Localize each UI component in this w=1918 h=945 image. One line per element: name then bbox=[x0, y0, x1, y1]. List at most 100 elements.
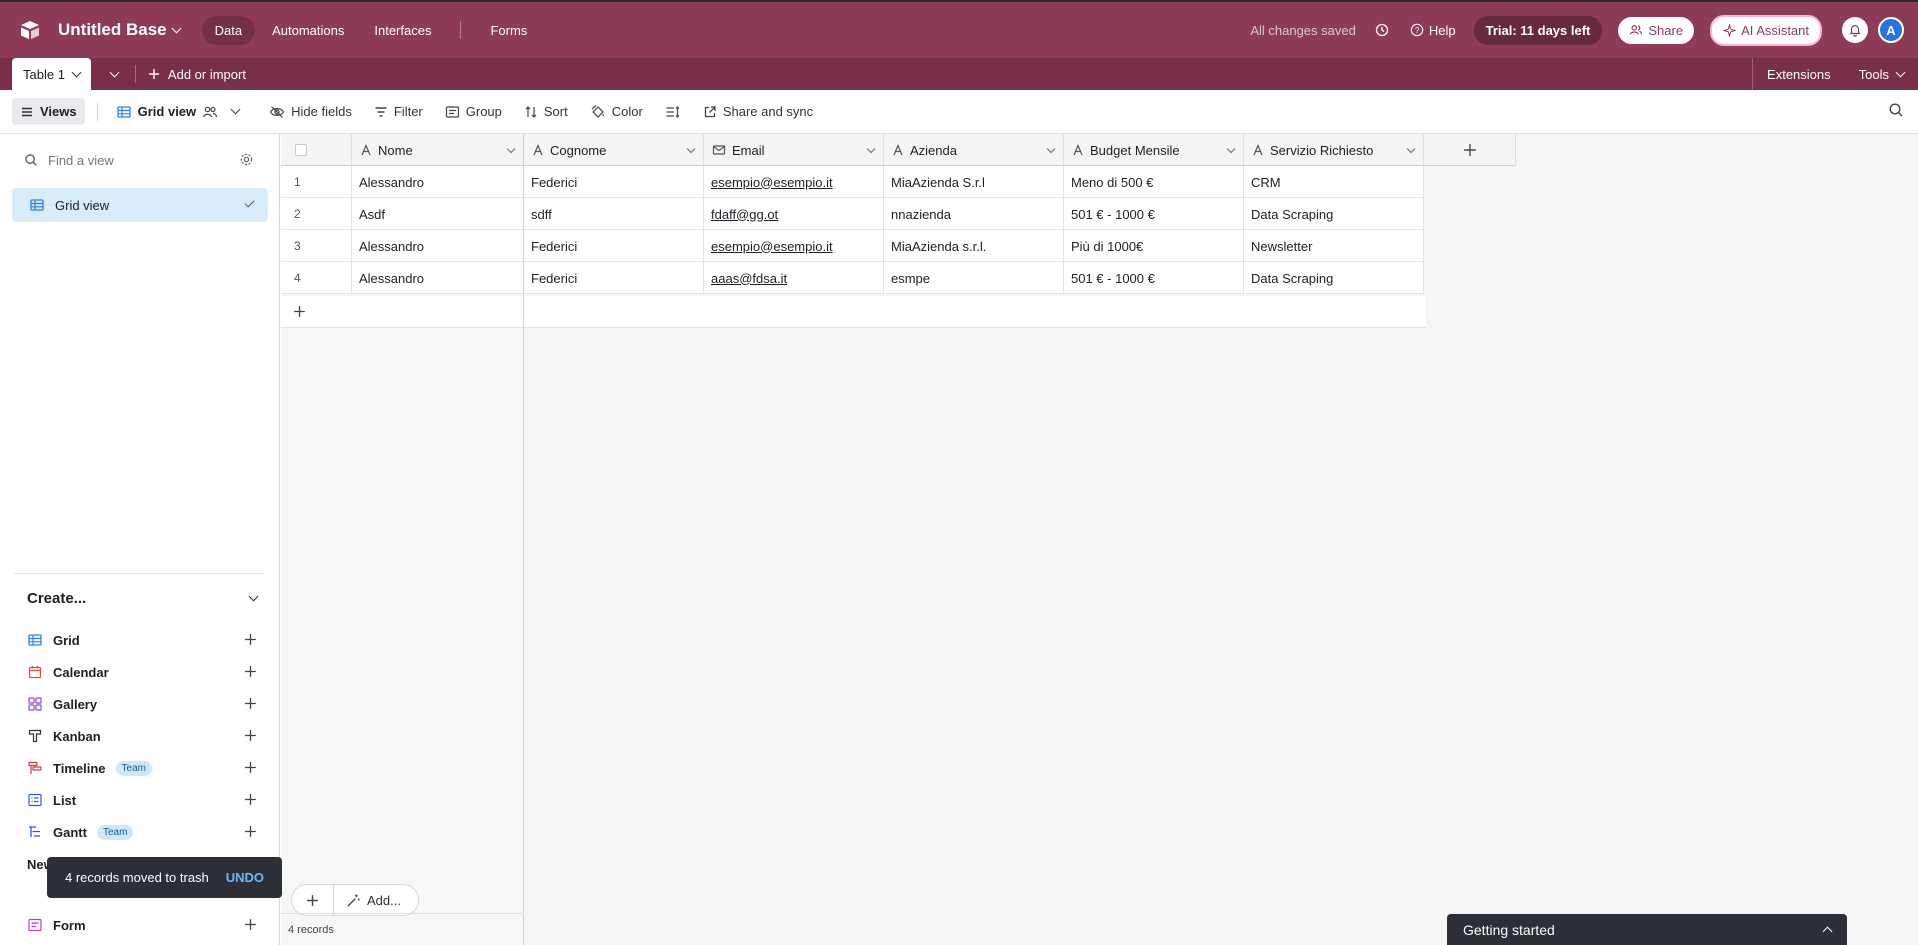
team-badge: Team bbox=[115, 760, 152, 776]
create-kanban-view[interactable]: Kanban bbox=[27, 725, 257, 747]
cell-azienda[interactable]: esmpe bbox=[884, 262, 1064, 294]
timeline-icon bbox=[28, 761, 42, 774]
ai-assistant-button[interactable]: AI Assistant bbox=[1710, 14, 1822, 46]
cell-servizio-richiesto[interactable]: Newsletter bbox=[1244, 230, 1424, 262]
create-calendar-view[interactable]: Calendar bbox=[27, 661, 257, 683]
cell-email[interactable]: esempio@esempio.it bbox=[704, 166, 884, 198]
table-row[interactable]: 1 Alessandro Federici esempio@esempio.it… bbox=[281, 166, 1424, 198]
column-header-label: Azienda bbox=[910, 142, 957, 158]
table-row[interactable]: 3 Alessandro Federici esempio@esempio.it… bbox=[281, 230, 1424, 262]
cell-email[interactable]: aaas@fdsa.it bbox=[704, 262, 884, 294]
table-tabs-bar: Table 1 Add or import Extensions Tools bbox=[0, 58, 1918, 90]
cell-nome[interactable]: Alessandro bbox=[352, 166, 524, 198]
cell-budget-mensile[interactable]: Più di 1000€ bbox=[1064, 230, 1244, 262]
cell-budget-mensile[interactable]: 501 € - 1000 € bbox=[1064, 198, 1244, 230]
color-button[interactable]: Color bbox=[582, 98, 651, 126]
current-view-menu[interactable]: Grid view bbox=[108, 98, 248, 126]
group-button[interactable]: Group bbox=[437, 98, 510, 125]
nav-automations[interactable]: Automations bbox=[259, 16, 357, 45]
cell-email[interactable]: esempio@esempio.it bbox=[704, 230, 884, 262]
create-gallery-view[interactable]: Gallery bbox=[27, 693, 257, 715]
cell-cognome[interactable]: sdff bbox=[524, 198, 704, 230]
search-button[interactable] bbox=[1888, 102, 1904, 121]
add-record-row[interactable] bbox=[281, 295, 1426, 328]
column-header-servizio-richiesto[interactable]: Servizio Richiesto bbox=[1244, 134, 1424, 166]
add-or-import-button[interactable]: Add or import bbox=[136, 58, 258, 90]
base-name-menu[interactable]: Untitled Base bbox=[58, 20, 182, 40]
cell-nome[interactable]: Alessandro bbox=[352, 230, 524, 262]
share-and-sync-button[interactable]: Share and sync bbox=[695, 98, 821, 125]
hide-fields-button[interactable]: Hide fields bbox=[261, 98, 360, 126]
cell-cognome[interactable]: Federici bbox=[524, 262, 704, 294]
views-toggle-button[interactable]: Views bbox=[12, 98, 85, 125]
nav-data[interactable]: Data bbox=[201, 15, 256, 45]
cell-azienda[interactable]: MiaAzienda s.r.l. bbox=[884, 230, 1064, 262]
create-timeline-view[interactable]: Timeline Team bbox=[27, 757, 257, 779]
select-all-checkbox-cell[interactable] bbox=[281, 134, 352, 166]
grid-icon bbox=[116, 105, 131, 118]
filter-button[interactable]: Filter bbox=[366, 98, 431, 125]
cell-azienda[interactable]: MiaAzienda S.r.l bbox=[884, 166, 1064, 198]
cell-servizio-richiesto[interactable]: CRM bbox=[1244, 166, 1424, 198]
cell-budget-mensile[interactable]: 501 € - 1000 € bbox=[1064, 262, 1244, 294]
all-tables-dropdown[interactable] bbox=[95, 58, 135, 90]
share-and-sync-label: Share and sync bbox=[722, 104, 814, 119]
app-logo-icon[interactable] bbox=[18, 18, 42, 42]
add-with-options-button[interactable]: Add... bbox=[334, 893, 401, 908]
row-height-button[interactable] bbox=[657, 99, 689, 125]
cell-servizio-richiesto[interactable]: Data Scraping bbox=[1244, 262, 1424, 294]
gear-icon[interactable] bbox=[239, 152, 254, 167]
create-list-view[interactable]: List bbox=[27, 789, 257, 811]
trial-badge[interactable]: Trial: 11 days left bbox=[1473, 15, 1603, 45]
create-gantt-view[interactable]: Gantt Team bbox=[27, 821, 257, 843]
sidebar-item-grid-view[interactable]: Grid view bbox=[12, 188, 268, 222]
cell-nome[interactable]: Asdf bbox=[352, 198, 524, 230]
add-field-button[interactable] bbox=[1424, 134, 1516, 166]
extensions-button[interactable]: Extensions bbox=[1753, 58, 1845, 90]
chevron-down-icon bbox=[109, 67, 120, 77]
notifications-button[interactable] bbox=[1842, 17, 1868, 43]
cell-nome[interactable]: Alessandro bbox=[352, 262, 524, 294]
chevron-down-icon bbox=[686, 144, 696, 154]
cell-servizio-richiesto[interactable]: Data Scraping bbox=[1244, 198, 1424, 230]
text-field-icon bbox=[1253, 144, 1263, 156]
sort-button[interactable]: Sort bbox=[516, 98, 576, 125]
search-icon bbox=[25, 154, 37, 166]
tools-button[interactable]: Tools bbox=[1845, 58, 1918, 90]
cell-azienda[interactable]: nnazienda bbox=[884, 198, 1064, 230]
tab-table-1[interactable]: Table 1 bbox=[12, 58, 91, 90]
cell-cognome[interactable]: Federici bbox=[524, 166, 704, 198]
select-all-checkbox[interactable] bbox=[295, 144, 307, 156]
nav-interfaces[interactable]: Interfaces bbox=[361, 16, 444, 45]
cell-budget-mensile[interactable]: Meno di 500 € bbox=[1064, 166, 1244, 198]
cell-email[interactable]: fdaff@gg.ot bbox=[704, 198, 884, 230]
column-header-cognome[interactable]: Cognome bbox=[524, 134, 704, 166]
create-form-view[interactable]: Form bbox=[27, 914, 257, 936]
share-button[interactable]: Share bbox=[1618, 16, 1695, 44]
table-row[interactable]: 2 Asdf sdff fdaff@gg.ot nnazienda 501 € … bbox=[281, 198, 1424, 230]
plus-icon bbox=[245, 919, 256, 930]
chevron-up-icon[interactable] bbox=[1822, 926, 1833, 937]
history-button[interactable] bbox=[1374, 22, 1390, 38]
text-field-icon bbox=[533, 144, 543, 156]
add-record-plus-button[interactable] bbox=[292, 885, 334, 915]
column-header-azienda[interactable]: Azienda bbox=[884, 134, 1064, 166]
column-header-budget-mensile[interactable]: Budget Mensile bbox=[1064, 134, 1244, 166]
help-button[interactable]: ? Help bbox=[1410, 23, 1456, 38]
add-record-pill: Add... bbox=[291, 884, 419, 916]
create-section-toggle[interactable]: Create... bbox=[27, 590, 259, 607]
undo-button[interactable]: UNDO bbox=[226, 870, 264, 885]
column-header-email[interactable]: Email bbox=[704, 134, 884, 166]
chevron-down-icon bbox=[248, 591, 259, 602]
nav-forms[interactable]: Forms bbox=[477, 16, 540, 45]
create-grid-view[interactable]: Grid bbox=[27, 629, 257, 651]
add-record-button[interactable] bbox=[281, 295, 524, 328]
chevron-down-icon bbox=[1895, 67, 1906, 77]
table-row[interactable]: 4 Alessandro Federici aaas@fdsa.it esmpe… bbox=[281, 262, 1424, 294]
getting-started-panel[interactable]: Getting started bbox=[1447, 914, 1847, 945]
user-avatar[interactable]: A bbox=[1878, 17, 1904, 43]
find-view-input[interactable] bbox=[48, 152, 198, 168]
cell-cognome[interactable]: Federici bbox=[524, 230, 704, 262]
chevron-down-icon bbox=[1406, 144, 1416, 154]
column-header-nome[interactable]: Nome bbox=[352, 134, 524, 166]
